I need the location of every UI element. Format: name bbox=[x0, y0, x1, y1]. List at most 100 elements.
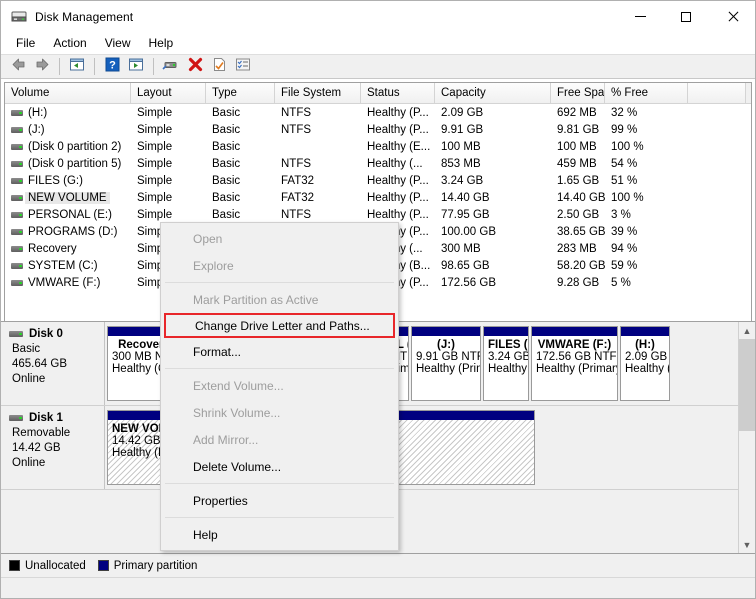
volume-name: SYSTEM (C:) bbox=[28, 259, 98, 272]
partition-block[interactable]: (H:)2.09 GB NTFSHealthy (Primary) bbox=[620, 326, 670, 401]
volume-drive-icon bbox=[11, 160, 23, 167]
context-menu-item-shrink-volume: Shrink Volume... bbox=[193, 405, 281, 420]
table-row[interactable]: PERSONAL (E:) Simple Basic NTFS Healthy (P..… bbox=[5, 206, 751, 223]
scrollbar-track[interactable] bbox=[739, 339, 755, 536]
cell-volume: VMWARE (F:) bbox=[5, 277, 131, 289]
cell-capacity: 14.40 GB bbox=[441, 191, 490, 204]
minimize-icon bbox=[634, 16, 646, 17]
partition-block[interactable]: FILES (G:)3.24 GB FAT32Healthy (Primary) bbox=[483, 326, 529, 401]
cell-percent-free: 100 % bbox=[611, 140, 644, 153]
menu-help[interactable]: Help bbox=[140, 33, 183, 53]
cell-percent-free: 5 % bbox=[611, 276, 631, 289]
disk-info-disk-1[interactable]: Disk 1 Removable 14.42 GB Online bbox=[1, 406, 105, 489]
volume-drive-icon bbox=[11, 194, 23, 201]
cell-layout: Simple bbox=[137, 123, 173, 136]
show-hide-action-pane-icon bbox=[235, 57, 251, 77]
context-menu-separator bbox=[165, 517, 394, 518]
column-header--free[interactable]: % Free bbox=[605, 83, 688, 103]
show-hide-console-tree-button[interactable] bbox=[125, 56, 147, 77]
help-button[interactable]: ? bbox=[101, 56, 123, 77]
context-menu-item-help[interactable]: Help bbox=[161, 521, 398, 548]
scroll-down-arrow-icon[interactable]: ▼ bbox=[739, 536, 755, 553]
disk-kind: Removable bbox=[12, 427, 71, 439]
table-row[interactable]: (Disk 0 partition 2) Simple Basic Healthy (… bbox=[5, 138, 751, 155]
minimize-button[interactable] bbox=[617, 1, 663, 32]
partition-size: 172.56 GB NTFS bbox=[536, 351, 617, 363]
disk-pane-scrollbar[interactable]: ▲ ▼ bbox=[738, 322, 755, 553]
scroll-up-arrow-icon[interactable]: ▲ bbox=[739, 322, 755, 339]
column-header-file-system[interactable]: File System bbox=[275, 83, 361, 103]
partition-block[interactable]: VMWARE (F:) 172.56 GB NTFS Healthy (Primar… bbox=[531, 326, 618, 401]
close-button[interactable] bbox=[709, 1, 755, 32]
cell-status: Healthy (E... bbox=[367, 140, 431, 153]
legend-bar: Unallocated Primary partition bbox=[1, 553, 755, 577]
cell-layout: Simple bbox=[137, 191, 173, 204]
scrollbar-thumb[interactable] bbox=[739, 339, 755, 431]
partition-name: FILES (G:) bbox=[488, 339, 528, 351]
properties-icon bbox=[212, 57, 227, 77]
cell-capacity: 98.65 GB bbox=[441, 259, 490, 272]
volume-drive-icon bbox=[11, 262, 23, 269]
partition-block[interactable]: (J:)9.91 GB NTFSHealthy (Primary Partiti… bbox=[411, 326, 481, 401]
column-header-free-spa[interactable]: Free Spa... bbox=[551, 83, 605, 103]
partition-body: VMWARE (F:) 172.56 GB NTFS Healthy (Primar… bbox=[532, 336, 617, 400]
column-header-type[interactable]: Type bbox=[206, 83, 275, 103]
disk-info-disk-0[interactable]: Disk 0 Basic 465.64 GB Online bbox=[1, 322, 105, 405]
volume-name: FILES (G:) bbox=[28, 174, 83, 187]
disk-title: Disk 0 bbox=[9, 328, 104, 340]
disk-size: 14.42 GB bbox=[12, 442, 61, 454]
context-menu-item-format[interactable]: Format... bbox=[161, 338, 398, 365]
column-header-volume[interactable]: Volume bbox=[5, 83, 131, 103]
table-row[interactable]: (H:) Simple Basic NTFS Healthy (P... 2.09 GB 6… bbox=[5, 104, 751, 121]
cell-volume: FILES (G:) bbox=[5, 175, 131, 187]
delete-button[interactable] bbox=[184, 56, 206, 77]
cell-percent-free: 32 % bbox=[611, 106, 638, 119]
rescan-disks-button[interactable] bbox=[160, 56, 182, 77]
cell-free-space: 692 MB bbox=[557, 106, 597, 119]
table-row[interactable]: (Disk 0 partition 5) Simple Basic NTFS Healt… bbox=[5, 155, 751, 172]
context-menu-item-change-drive-letter-and-paths[interactable]: Change Drive Letter and Paths... bbox=[164, 313, 395, 338]
volume-drive-icon bbox=[11, 245, 23, 252]
forward-icon bbox=[34, 57, 51, 77]
column-header-capacity[interactable]: Capacity bbox=[435, 83, 551, 103]
partition-size: 2.09 GB NTFS bbox=[625, 351, 669, 363]
cell-file-system: NTFS bbox=[281, 208, 312, 221]
partition-body: (H:)2.09 GB NTFSHealthy (Primary) bbox=[621, 336, 669, 400]
legend-item: Unallocated bbox=[9, 560, 86, 572]
show-hide-action-pane-button[interactable] bbox=[232, 56, 254, 77]
cell-percent-free: 100 % bbox=[611, 191, 644, 204]
cell-type: Basic bbox=[212, 174, 241, 187]
menu-file[interactable]: File bbox=[7, 33, 44, 53]
cell-volume: PROGRAMS (D:) bbox=[5, 226, 131, 238]
context-menu-item-delete-volume[interactable]: Delete Volume... bbox=[161, 453, 398, 480]
up-one-level-icon bbox=[69, 57, 85, 77]
volume-drive-icon bbox=[11, 228, 23, 235]
context-menu-item-properties[interactable]: Properties bbox=[161, 487, 398, 514]
cell-status: Healthy (P... bbox=[367, 123, 429, 136]
toolbar-separator bbox=[153, 58, 154, 75]
svg-text:?: ? bbox=[109, 59, 116, 71]
table-row[interactable]: FILES (G:) Simple Basic FAT32 Healthy (P... 3… bbox=[5, 172, 751, 189]
legend-label: Primary partition bbox=[113, 559, 198, 572]
forward-button[interactable] bbox=[31, 56, 53, 77]
legend-label: Unallocated bbox=[25, 559, 86, 572]
column-header-layout[interactable]: Layout bbox=[131, 83, 206, 103]
properties-button[interactable] bbox=[208, 56, 230, 77]
cell-volume: PERSONAL (E:) bbox=[5, 209, 131, 221]
back-button[interactable] bbox=[7, 56, 29, 77]
menu-action[interactable]: Action bbox=[44, 33, 95, 53]
disk-state: Online bbox=[12, 457, 46, 469]
up-one-level-button[interactable] bbox=[66, 56, 88, 77]
cell-volume: SYSTEM (C:) bbox=[5, 260, 131, 272]
maximize-button[interactable] bbox=[663, 1, 709, 32]
column-header-status[interactable]: Status bbox=[361, 83, 435, 103]
volume-name: Recovery bbox=[28, 242, 77, 255]
window-title: Disk Management bbox=[35, 9, 134, 24]
cell-type: Basic bbox=[212, 208, 241, 221]
table-row[interactable]: (J:) Simple Basic NTFS Healthy (P... 9.91 GB 9… bbox=[5, 121, 751, 138]
volume-name: (H:) bbox=[28, 106, 48, 119]
cell-volume: (Disk 0 partition 5) bbox=[5, 158, 131, 170]
menu-view[interactable]: View bbox=[96, 33, 140, 53]
cell-file-system: NTFS bbox=[281, 123, 312, 136]
table-row[interactable]: NEW VOLUME Simple Basic FAT32 Healthy (P... 1… bbox=[5, 189, 751, 206]
